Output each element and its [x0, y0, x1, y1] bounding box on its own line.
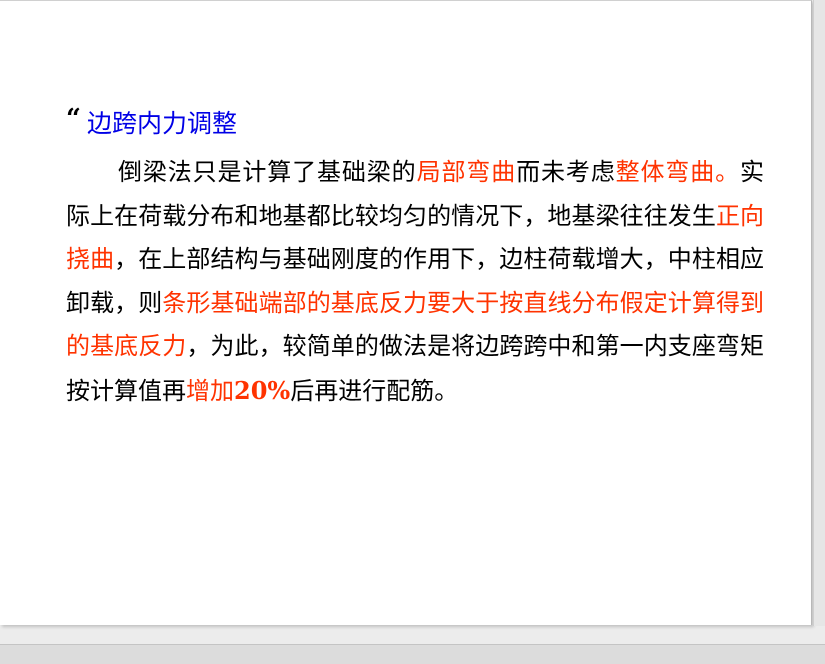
heading-text: 边跨内力调整	[86, 108, 237, 138]
status-bar	[0, 644, 825, 664]
highlight-run: 增加	[186, 376, 234, 405]
highlight-percent-run: 20%	[234, 375, 291, 405]
body-paragraph: 倒梁法只是计算了基础梁的局部弯曲而未考虑整体弯曲。实际上在荷载分布和地基都比较均…	[66, 151, 764, 413]
slide-heading: “ 边跨内力调整	[66, 105, 237, 141]
highlight-run: 局部弯曲	[416, 158, 517, 186]
slide-canvas: “ 边跨内力调整 倒梁法只是计算了基础梁的局部弯曲而未考虑整体弯曲。实际上在荷载…	[0, 0, 812, 625]
text-run: 倒梁法只是计算了基础梁的	[118, 158, 417, 186]
presentation-window: “ 边跨内力调整 倒梁法只是计算了基础梁的局部弯曲而未考虑整体弯曲。实际上在荷载…	[0, 0, 825, 664]
text-run: 而未考虑	[516, 158, 616, 186]
quote-bullet-icon: “	[66, 104, 81, 134]
vertical-scrollbar[interactable]	[813, 0, 825, 626]
highlight-run: 整体弯曲。	[615, 158, 741, 186]
text-run: 后再进行配筋。	[290, 376, 459, 405]
